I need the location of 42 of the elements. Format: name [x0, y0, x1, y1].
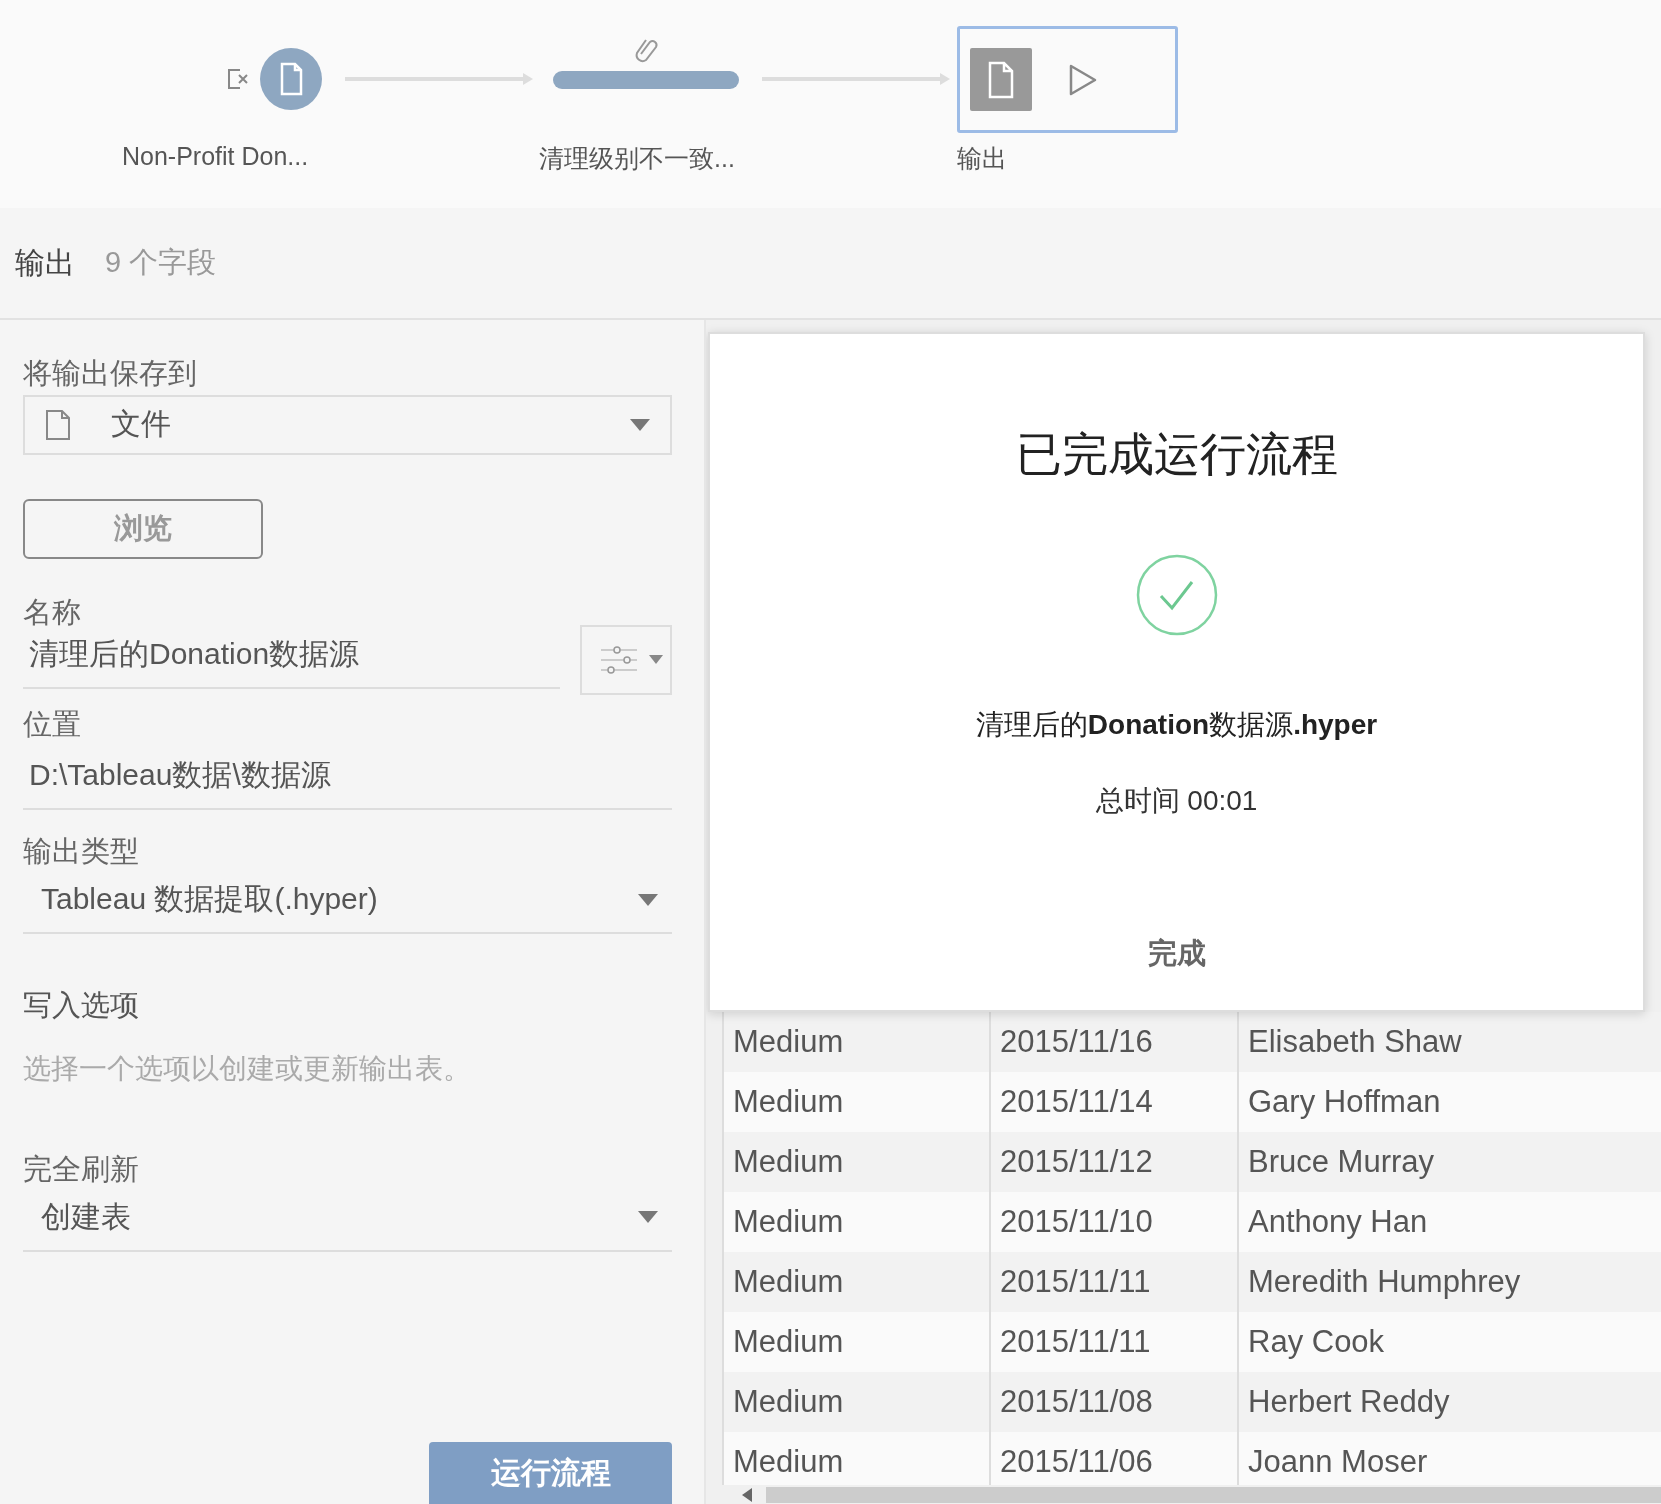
clean-step-bar[interactable]	[553, 71, 739, 89]
dropdown-caret-icon	[638, 893, 658, 906]
horizontal-scrollbar[interactable]	[722, 1485, 1661, 1504]
file-icon	[45, 408, 71, 441]
file-node-icon[interactable]	[259, 47, 323, 111]
done-button[interactable]: 完成	[1137, 930, 1216, 978]
field-label: 将输出保存到	[23, 356, 197, 391]
table-cell-text: Bruce Murray	[1247, 1143, 1435, 1181]
table-cell-text: Meredith Humphrey	[1247, 1263, 1521, 1301]
table-cell-text: Elisabeth Shaw	[1247, 1023, 1462, 1061]
field-count: 9 个字段	[105, 245, 217, 280]
write-mode-dropdown[interactable]: 创建表	[23, 1187, 672, 1252]
field-label: 位置	[23, 706, 81, 742]
scroll-left-icon[interactable]	[742, 1487, 754, 1502]
dropdown-caret-icon	[638, 1211, 658, 1224]
table-cell-text: Ray Cook	[1247, 1323, 1385, 1361]
file-icon	[970, 48, 1032, 111]
location-field[interactable]: D:\Tableau数据\数据源	[23, 745, 672, 811]
remove-icon[interactable]	[226, 67, 250, 91]
output-type-dropdown[interactable]: Tableau 数据提取(.hyper)	[23, 869, 672, 935]
output-file-name: 清理后的Donation数据源.hyper	[975, 708, 1378, 742]
table-cell-text: Herbert Reddy	[1247, 1383, 1450, 1421]
options-button[interactable]	[580, 624, 672, 695]
play-icon[interactable]	[1068, 62, 1098, 97]
success-check-icon	[1135, 554, 1218, 636]
table-cell-text: Joann Moser	[1247, 1443, 1428, 1481]
step-label: 输出	[957, 143, 1007, 174]
table-cell-text: Gary Hoffman	[1247, 1083, 1441, 1121]
save-to-dropdown[interactable]: 文件	[23, 394, 672, 455]
dialog-title: 已完成运行流程	[1015, 427, 1338, 482]
field-label: 完全刷新	[23, 1152, 139, 1187]
dropdown-caret-icon	[649, 655, 663, 665]
table-cell-text: Anthony Han	[1247, 1203, 1428, 1241]
step-label: Non-Profit Don...	[122, 142, 309, 171]
output-step-node[interactable]	[957, 26, 1178, 133]
dropdown-caret-icon	[630, 418, 650, 431]
total-time: 总时间 00:01	[1095, 784, 1258, 818]
field-label: 输出类型	[23, 834, 139, 870]
panel-title: 输出	[15, 244, 75, 281]
hint-text: 选择一个选项以创建或更新输出表。	[23, 1052, 471, 1087]
step-label: 清理级别不一致...	[539, 143, 735, 174]
section-title: 写入选项	[23, 988, 139, 1024]
